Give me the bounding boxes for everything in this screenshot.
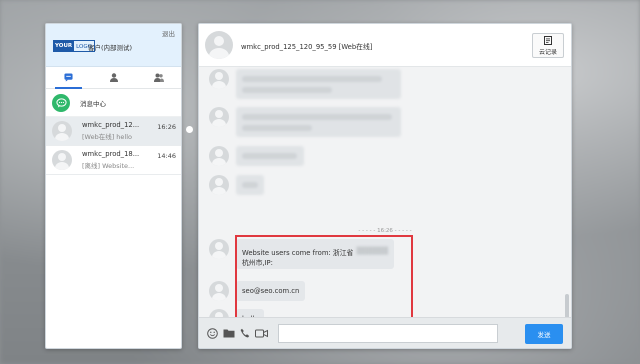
avatar (52, 150, 72, 170)
avatar (209, 146, 229, 166)
contact-item-1[interactable]: wmkc_prod_12... [Web在线] hello 16:26 (46, 117, 181, 146)
message-row: seo@seo.com.cn (209, 281, 306, 301)
message-row (209, 146, 304, 166)
video-button[interactable] (255, 329, 268, 338)
redacted-message (236, 69, 401, 99)
redacted-message (236, 175, 264, 195)
message-bubble: Website users come from: 浙江省杭州市,IP: █████… (236, 239, 394, 269)
pager-dot[interactable] (186, 126, 193, 133)
cloud-record-button[interactable]: 云记录 (532, 33, 564, 58)
message-text: seo@seo.com.cn (242, 287, 300, 295)
file-button[interactable] (223, 328, 235, 338)
contact-panel: YOUR LOGO 客户(内部测试) 退出 消息中心 wmkc_prod_12.… (45, 23, 182, 349)
time-separator: - - - - - 16:26 - - - - - (358, 228, 412, 234)
avatar (209, 281, 229, 301)
message-row (209, 107, 401, 137)
cloud-record-label: 云记录 (538, 48, 557, 56)
message-input[interactable] (278, 323, 498, 343)
chat-title: wmkc_prod_125_120_95_59 [Web在线] (241, 43, 373, 51)
document-icon (544, 35, 552, 45)
call-button[interactable] (240, 328, 250, 338)
message-center-label: 消息中心 (80, 99, 106, 108)
message-row (209, 69, 401, 99)
message-list[interactable]: - - - - - 16:26 - - - - - Website users … (199, 67, 571, 348)
tab-contacts[interactable] (91, 67, 136, 88)
chat-header: wmkc_prod_125_120_95_59 [Web在线] 云记录 (199, 24, 571, 67)
emoji-icon (207, 327, 218, 339)
phone-icon (240, 328, 250, 338)
sidebar-tabs (46, 67, 181, 89)
send-button[interactable]: 发送 (525, 324, 563, 344)
contact-time: 16:26 (157, 123, 176, 131)
client-name: 客户(内部测试) (88, 44, 133, 52)
tab-groups[interactable] (136, 67, 181, 88)
contact-preview: [Web在线] hello (82, 133, 133, 141)
message-center-icon (52, 93, 70, 112)
video-icon (255, 329, 268, 337)
redacted-ip: ██████ (356, 247, 388, 255)
group-icon (153, 73, 164, 82)
message-center-item[interactable]: 消息中心 (46, 89, 181, 117)
message-row: Website users come from: 浙江省杭州市,IP: █████… (209, 239, 394, 269)
chat-panel: wmkc_prod_125_120_95_59 [Web在线] 云记录 - - … (198, 23, 572, 349)
contact-item-2[interactable]: wmkc_prod_18... [离线] Website... 14:46 (46, 146, 181, 175)
avatar (209, 239, 229, 259)
avatar (209, 69, 229, 89)
tab-chat[interactable] (46, 67, 91, 89)
message-bubble: seo@seo.com.cn (236, 281, 306, 301)
avatar (209, 175, 229, 195)
message-row (209, 175, 264, 195)
logo-your: YOUR (53, 40, 75, 52)
avatar (205, 31, 233, 59)
folder-icon (223, 329, 235, 338)
person-icon (109, 73, 118, 82)
chat-icon (64, 73, 73, 82)
redacted-message (236, 107, 401, 137)
message-text: Website users come from: 浙江省杭州市,IP: (242, 249, 354, 267)
emoji-button[interactable] (207, 327, 218, 339)
avatar (209, 107, 229, 127)
panel-header: YOUR LOGO 客户(内部测试) 退出 (46, 24, 181, 67)
logout-link[interactable]: 退出 (162, 28, 175, 38)
contact-time: 14:46 (157, 152, 176, 160)
redacted-message (236, 146, 304, 166)
input-toolbar: 发送 (199, 317, 571, 348)
avatar (52, 121, 72, 141)
contact-preview: [离线] Website... (82, 162, 135, 170)
